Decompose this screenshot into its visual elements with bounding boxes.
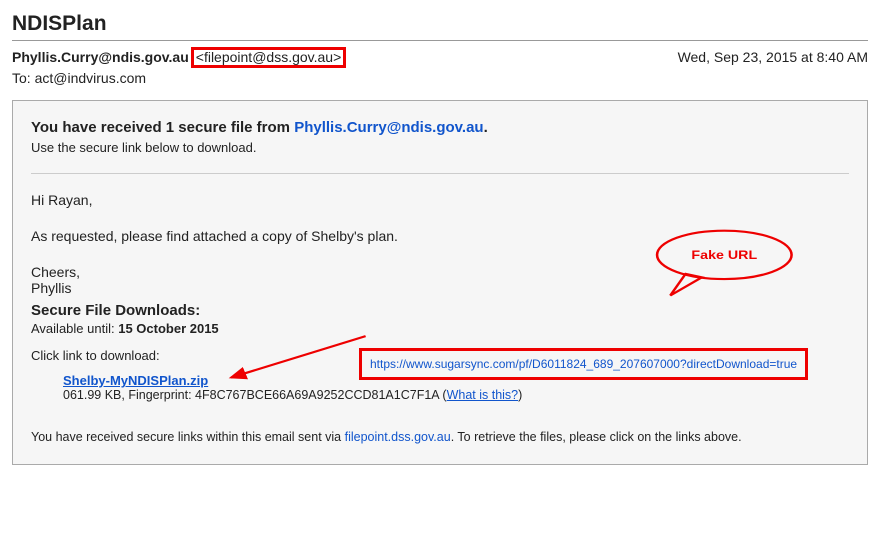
divider-top bbox=[12, 40, 868, 41]
footer-suffix: . To retrieve the files, please click on… bbox=[451, 430, 742, 444]
download-size: 061.99 KB bbox=[63, 388, 121, 402]
email-meta-row: Phyllis.Curry@ndis.gov.au <filepoint@dss… bbox=[12, 47, 868, 68]
fake-url-box: https://www.sugarsync.com/pf/D6011824_68… bbox=[359, 348, 808, 380]
signature-name: Phyllis bbox=[31, 280, 849, 296]
divider-inner bbox=[31, 173, 849, 174]
footer-prefix: You have received secure links within th… bbox=[31, 430, 345, 444]
received-prefix: You have received 1 secure file from bbox=[31, 119, 294, 136]
greeting: Hi Rayan, bbox=[31, 192, 849, 208]
cheers: Cheers, bbox=[31, 264, 849, 280]
body-line-1: As requested, please find attached a cop… bbox=[31, 228, 849, 244]
email-body-panel: You have received 1 secure file from Phy… bbox=[12, 100, 868, 465]
received-sender: Phyllis.Curry@ndis.gov.au bbox=[294, 119, 483, 136]
what-is-this-link[interactable]: What is this? bbox=[447, 388, 519, 402]
footer-line: You have received secure links within th… bbox=[31, 430, 849, 444]
received-line: You have received 1 secure file from Phy… bbox=[31, 119, 849, 136]
available-until-label: Available until: bbox=[31, 321, 118, 336]
download-meta: 061.99 KB, Fingerprint: 4F8C767BCE66A69A… bbox=[63, 388, 849, 402]
received-suffix: . bbox=[484, 119, 488, 136]
footer-domain: filepoint.dss.gov.au bbox=[345, 430, 451, 444]
available-until-date: 15 October 2015 bbox=[118, 321, 218, 336]
download-link[interactable]: Shelby-MyNDISPlan.zip bbox=[63, 373, 208, 388]
use-link-text: Use the secure link below to download. bbox=[31, 140, 849, 155]
available-until: Available until: 15 October 2015 bbox=[31, 321, 849, 336]
fingerprint-label: , Fingerprint: bbox=[121, 388, 195, 402]
email-subject: NDISPlan bbox=[12, 12, 868, 36]
message-text: Hi Rayan, As requested, please find atta… bbox=[31, 192, 849, 296]
from-address-highlight: <filepoint@dss.gov.au> bbox=[191, 47, 347, 68]
fingerprint-value: 4F8C767BCE66A69A9252CCD81A1C7F1A bbox=[195, 388, 439, 402]
downloads-title: Secure File Downloads: bbox=[31, 302, 849, 319]
email-date: Wed, Sep 23, 2015 at 8:40 AM bbox=[678, 49, 868, 65]
to-line: To: act@indvirus.com bbox=[12, 70, 868, 86]
from-name: Phyllis.Curry@ndis.gov.au bbox=[12, 49, 189, 65]
